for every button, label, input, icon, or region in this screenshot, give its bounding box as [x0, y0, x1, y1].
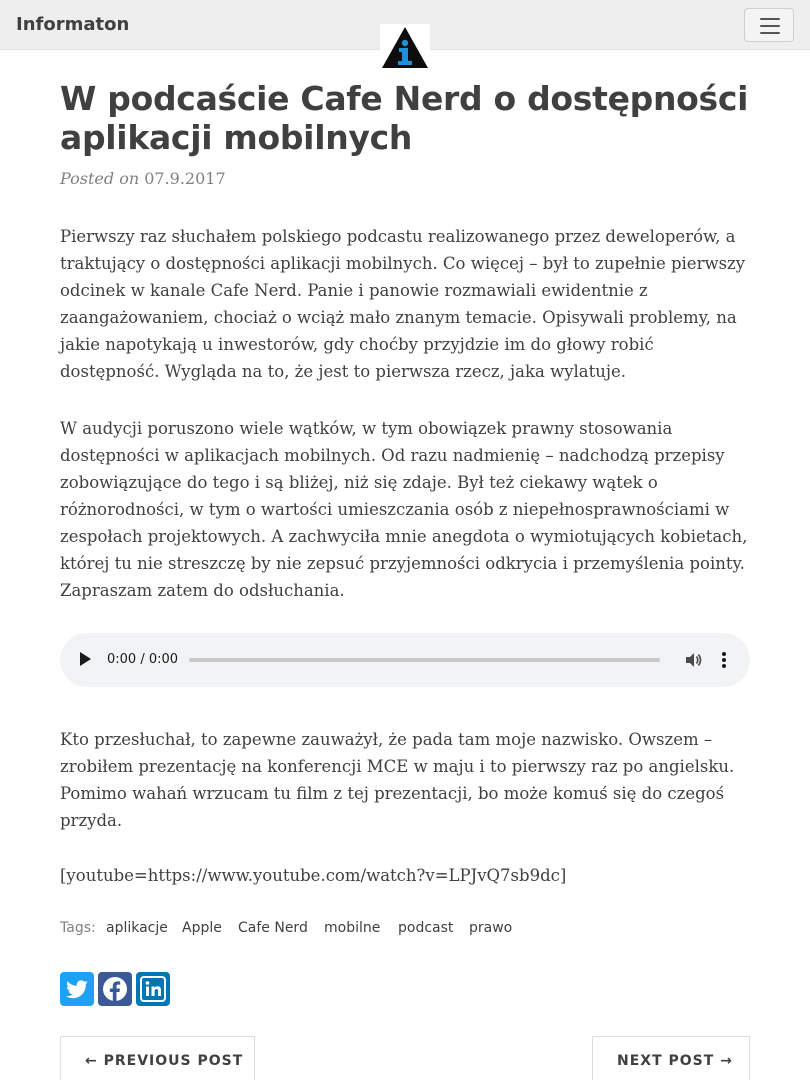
post-meta: Posted on 07.9.2017	[60, 169, 226, 188]
menu-toggle-button[interactable]	[744, 8, 794, 42]
previous-post-label: ← PREVIOUS POST	[85, 1053, 244, 1069]
facebook-icon	[103, 977, 127, 1001]
tag-link[interactable]: mobilne	[324, 920, 380, 936]
brand-link[interactable]: Informaton	[16, 14, 129, 35]
youtube-shortcode: [youtube=https://www.youtube.com/watch?v…	[60, 866, 567, 885]
hamburger-menu-icon	[760, 18, 780, 20]
twitter-icon	[66, 980, 88, 999]
volume-icon[interactable]	[683, 650, 703, 670]
posted-on-label: Posted on	[60, 169, 140, 188]
linkedin-icon	[140, 976, 166, 1002]
facebook-share-button[interactable]	[98, 972, 132, 1006]
info-logo-icon[interactable]	[380, 24, 430, 70]
audio-progress-bar[interactable]	[189, 658, 660, 662]
linkedin-share-button[interactable]	[136, 972, 170, 1006]
tag-link[interactable]: prawo	[469, 920, 512, 936]
post-paragraph: W audycji poruszono wiele wątków, w tym …	[60, 419, 748, 600]
tag-link[interactable]: aplikacje	[106, 920, 168, 936]
tag-link[interactable]: Cafe Nerd	[238, 920, 308, 936]
twitter-share-button[interactable]	[60, 972, 94, 1006]
more-vertical-icon[interactable]	[718, 650, 730, 670]
next-post-button[interactable]: NEXT POST →	[592, 1036, 750, 1080]
next-post-label: NEXT POST →	[617, 1053, 733, 1069]
tags-label: Tags:	[60, 920, 96, 936]
play-icon[interactable]	[80, 652, 91, 666]
audio-player: 0:00 / 0:00	[60, 633, 750, 687]
post-paragraph: Pierwszy raz słuchałem polskiego podcast…	[60, 227, 746, 381]
post-date: 07.9.2017	[144, 169, 226, 188]
tag-link[interactable]: podcast	[398, 920, 453, 936]
audio-time: 0:00 / 0:00	[107, 652, 179, 667]
post-title: W podcaście Cafe Nerd o dostępności apli…	[60, 79, 749, 157]
previous-post-button[interactable]: ← PREVIOUS POST	[60, 1036, 255, 1080]
tag-link[interactable]: Apple	[182, 920, 222, 936]
post-paragraph: Kto przesłuchał, to zapewne zauważył, że…	[60, 730, 735, 830]
